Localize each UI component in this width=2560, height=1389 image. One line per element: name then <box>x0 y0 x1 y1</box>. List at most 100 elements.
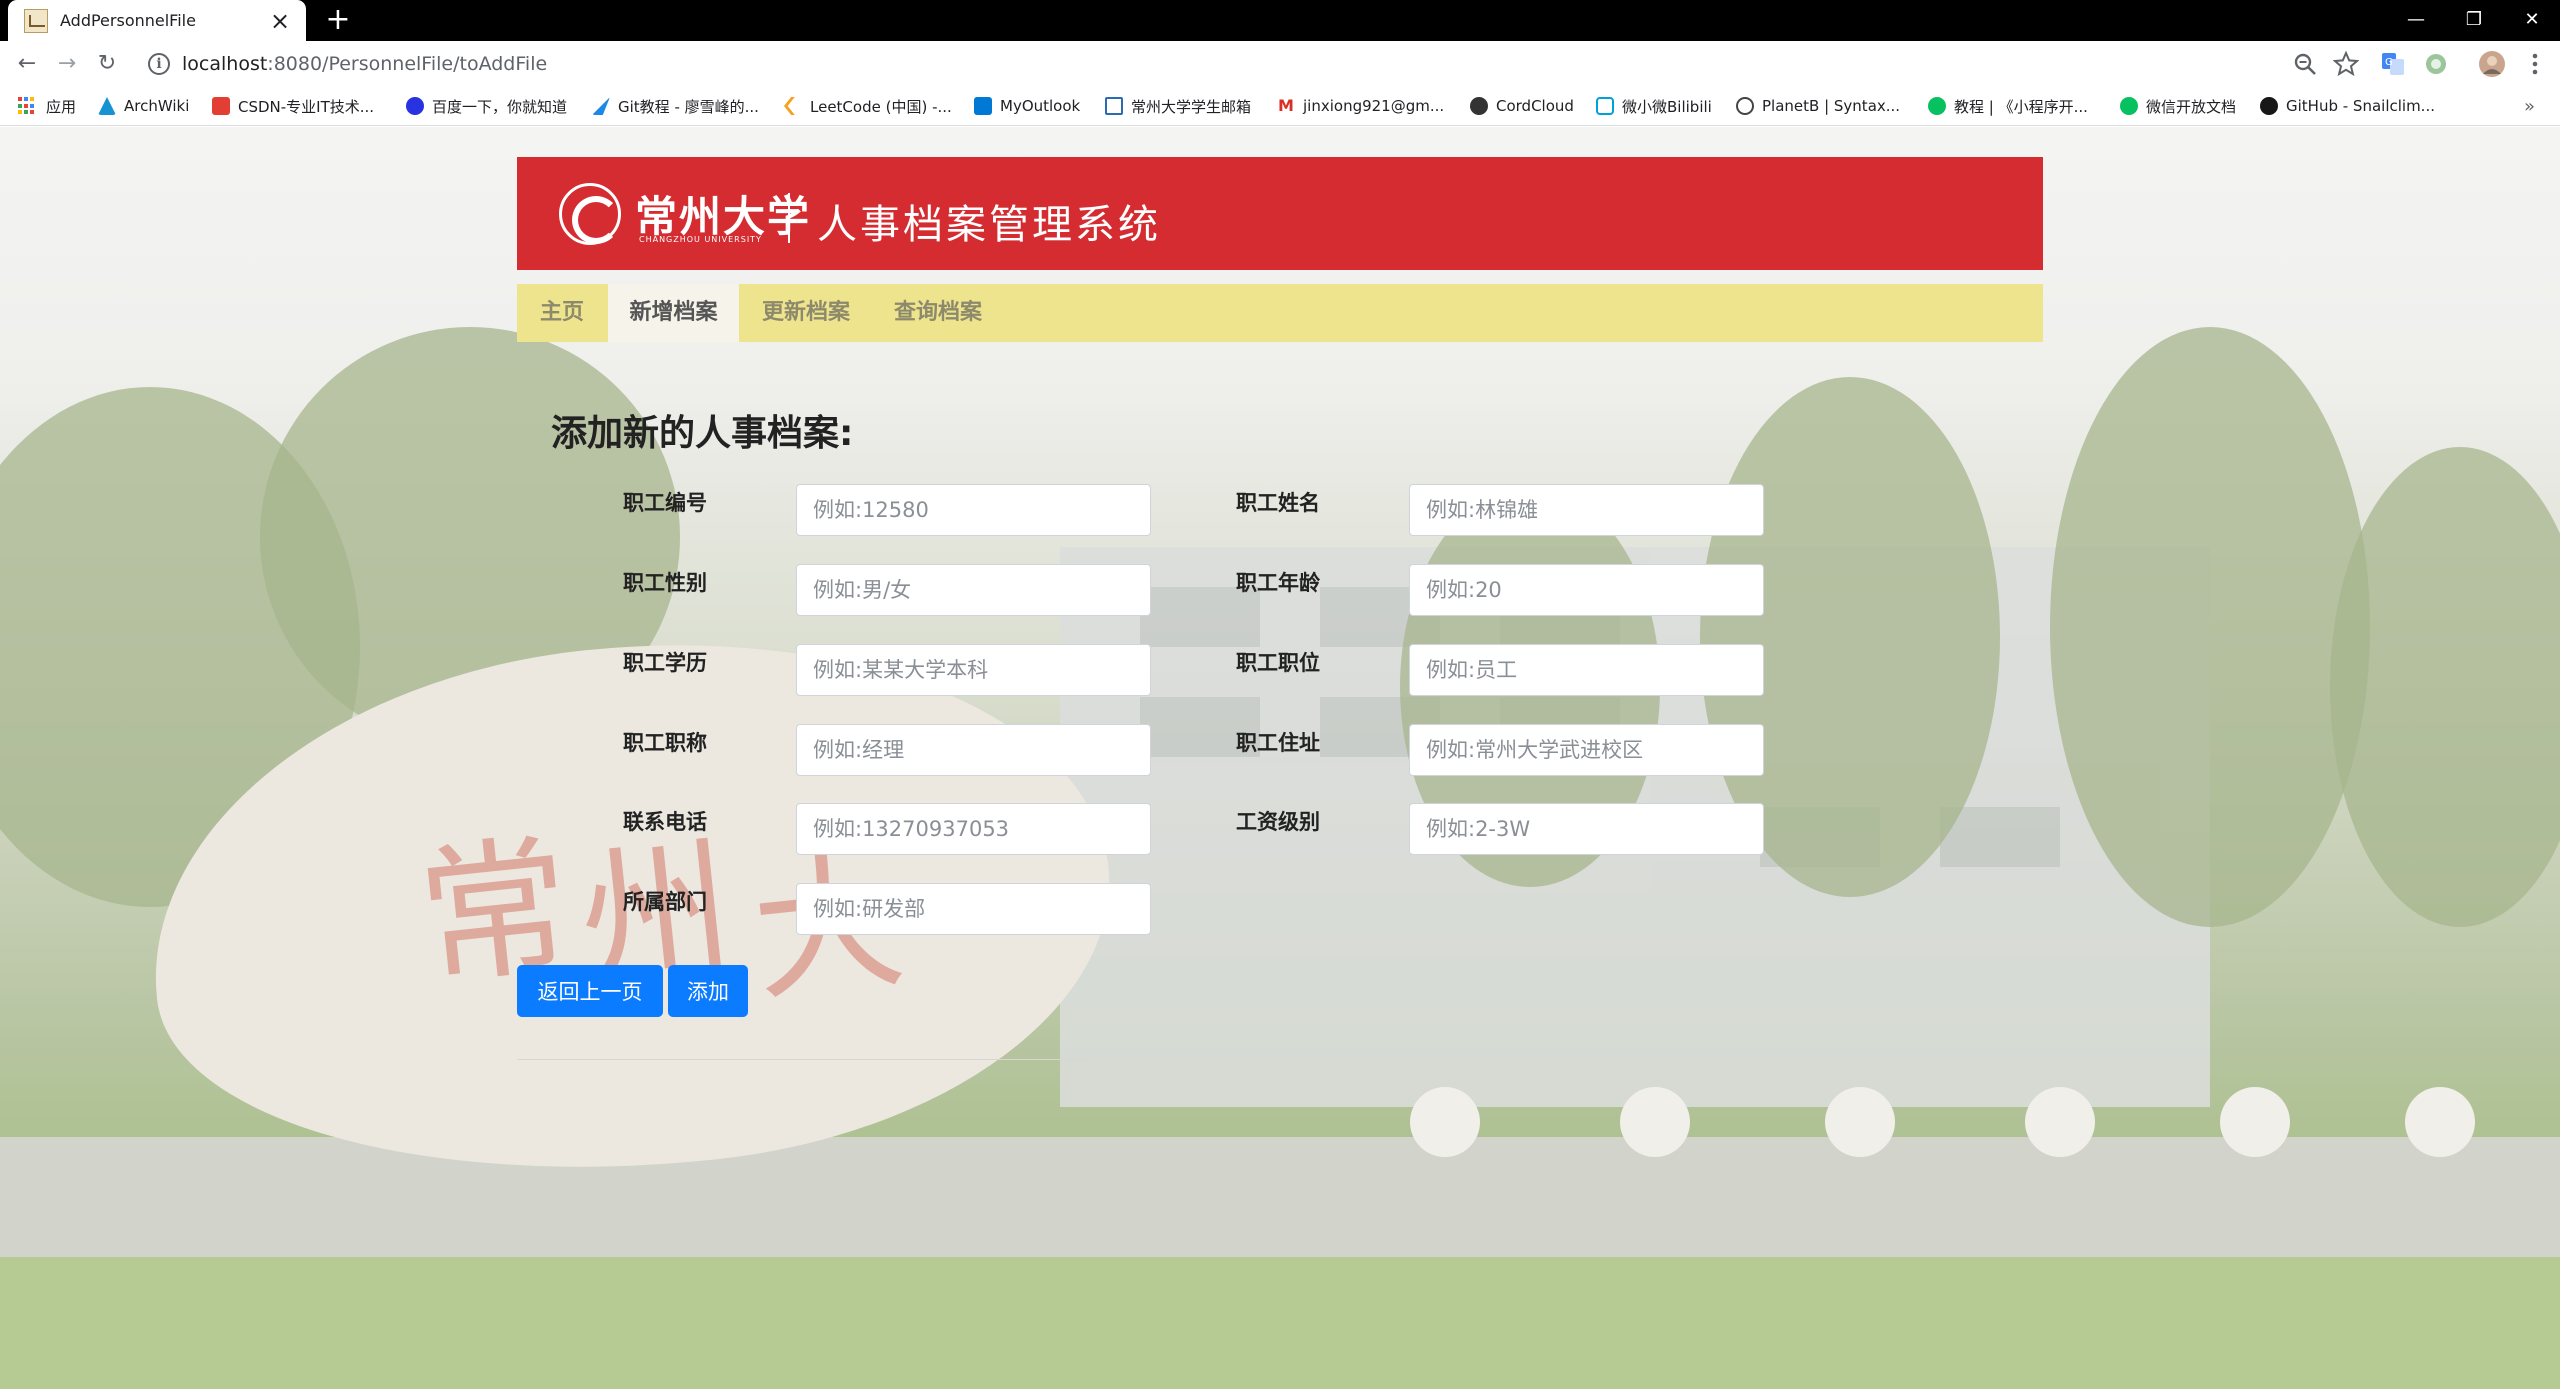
wechat-icon <box>1928 97 1946 115</box>
employee-name-label: 职工姓名 <box>1236 491 1320 515</box>
browser-tab[interactable]: AddPersonnelFile × <box>8 0 306 41</box>
url-text: localhost:8080/PersonnelFile/toAddFile <box>182 53 547 75</box>
job-title-label: 职工职称 <box>623 731 707 755</box>
address-label: 职工住址 <box>1236 731 1320 755</box>
bookmark-miniprogram-tutorial[interactable]: 教程 | 《小程序开... <box>1928 94 2088 118</box>
bookmark-csdn[interactable]: CSDN-专业IT技术... <box>212 94 374 118</box>
background-tree <box>2050 327 2370 927</box>
bookmark-archwiki[interactable]: ArchWiki <box>98 94 189 118</box>
mail-icon <box>1105 97 1123 115</box>
url-path: :8080/PersonnelFile/toAddFile <box>267 52 548 75</box>
nav-home[interactable]: 主页 <box>517 284 607 342</box>
browser-menu-icon[interactable] <box>2522 51 2548 77</box>
bookmark-apps[interactable]: 应用 <box>18 94 76 118</box>
bookmark-label: ArchWiki <box>124 97 190 115</box>
university-logo-english: CHANGZHOU UNIVERSITY <box>639 235 762 244</box>
close-window-button[interactable]: ✕ <box>2518 6 2546 34</box>
zoom-icon[interactable] <box>2292 51 2318 77</box>
back-button[interactable]: ← <box>12 49 42 79</box>
salary-level-input[interactable] <box>1409 803 1764 855</box>
csdn-icon <box>212 97 230 115</box>
bookmark-label: jinxiong921@gm... <box>1303 97 1445 115</box>
background-ball <box>1620 1087 1690 1157</box>
svg-text:G: G <box>2385 57 2393 68</box>
form-divider <box>517 1059 1092 1060</box>
system-title: 人事档案管理系统 <box>817 202 1161 248</box>
employee-id-label: 职工编号 <box>623 491 707 515</box>
department-input[interactable] <box>796 883 1151 935</box>
bookmark-liaoxuefeng[interactable]: Git教程 - 廖雪峰的... <box>592 94 759 118</box>
education-label: 职工学历 <box>623 651 707 675</box>
bookmark-star-icon[interactable] <box>2333 51 2359 77</box>
bookmark-label: 常州大学学生邮箱 <box>1131 97 1252 116</box>
translate-extension-icon[interactable]: G <box>2380 51 2406 77</box>
bookmark-github[interactable]: GitHub - Snailclim... <box>2260 94 2435 118</box>
bookmark-student-mail[interactable]: 常州大学学生邮箱 <box>1105 94 1251 118</box>
back-page-button[interactable]: 返回上一页 <box>517 965 663 1017</box>
bookmarks-bar: 应用 ArchWiki CSDN-专业IT技术... 百度一下，你就知道 Git… <box>0 86 2560 126</box>
background-road <box>0 1137 2560 1267</box>
age-input[interactable] <box>1409 564 1764 616</box>
phone-input[interactable] <box>796 803 1151 855</box>
baidu-icon <box>406 97 424 115</box>
url-host: localhost <box>182 52 268 75</box>
bookmark-planetb[interactable]: PlanetB | Syntax... <box>1736 94 1900 118</box>
planetb-icon <box>1736 97 1754 115</box>
bookmark-bilibili[interactable]: 微小微Bilibili <box>1596 94 1712 118</box>
bookmark-label: 应用 <box>46 97 77 116</box>
bookmark-cordcloud[interactable]: CordCloud <box>1470 94 1574 118</box>
gender-input[interactable] <box>796 564 1151 616</box>
add-button[interactable]: 添加 <box>668 965 748 1017</box>
bookmark-wechat-docs[interactable]: 微信开放文档 <box>2120 94 2236 118</box>
nav-add-file[interactable]: 新增档案 <box>608 284 739 342</box>
university-logo-icon <box>559 183 621 245</box>
github-icon <box>2260 97 2278 115</box>
position-input[interactable] <box>1409 644 1764 696</box>
nav-update-file[interactable]: 更新档案 <box>739 284 873 342</box>
bookmark-outlook[interactable]: MyOutlook <box>974 94 1080 118</box>
gmail-icon: M <box>1278 96 1294 115</box>
background-ball <box>2405 1087 2475 1157</box>
archwiki-icon <box>98 97 116 115</box>
bookmark-label: Git教程 - 廖雪峰的... <box>618 97 759 116</box>
site-header: 常州大学 CHANGZHOU UNIVERSITY 人事档案管理系统 <box>517 157 2043 270</box>
department-label: 所属部门 <box>623 890 707 914</box>
minimize-button[interactable]: — <box>2402 6 2430 34</box>
bookmark-baidu[interactable]: 百度一下，你就知道 <box>406 94 567 118</box>
site-info-icon[interactable]: i <box>148 52 170 75</box>
employee-name-input[interactable] <box>1409 484 1764 536</box>
phone-label: 联系电话 <box>623 810 707 834</box>
restore-button[interactable]: ❐ <box>2460 6 2488 34</box>
bookmark-label: MyOutlook <box>1000 97 1081 115</box>
address-bar[interactable]: i localhost:8080/PersonnelFile/toAddFile <box>138 45 2363 82</box>
page: 常 州 大 常州大学 CHANGZHOU UNIVERSITY 人事档案管理系统… <box>0 127 2560 1389</box>
background-ball <box>1825 1087 1895 1157</box>
employee-id-input[interactable] <box>796 484 1151 536</box>
new-tab-button[interactable]: + <box>322 4 354 36</box>
outlook-icon <box>974 97 992 115</box>
address-input[interactable] <box>1409 724 1764 776</box>
education-input[interactable] <box>796 644 1151 696</box>
reload-button[interactable]: ↻ <box>92 49 122 79</box>
liaoxuefeng-icon <box>592 97 610 115</box>
forward-button[interactable]: → <box>52 49 82 79</box>
tab-close-icon[interactable]: × <box>268 9 292 33</box>
tab-favicon-icon <box>24 8 48 33</box>
bookmark-label: 教程 | 《小程序开... <box>1954 97 2088 116</box>
bookmark-gmail[interactable]: M jinxiong921@gm... <box>1277 94 1444 118</box>
nav-query-file[interactable]: 查询档案 <box>873 284 1003 342</box>
bookmarks-overflow-button[interactable]: » <box>2524 94 2535 118</box>
main-nav: 主页 新增档案 更新档案 查询档案 <box>517 284 2043 342</box>
cordcloud-icon <box>1470 97 1488 115</box>
background-ball <box>2220 1087 2290 1157</box>
extension-icon[interactable] <box>2423 51 2449 77</box>
wechat-icon <box>2120 97 2138 115</box>
browser-tab-bar: AddPersonnelFile × + — ❐ ✕ <box>0 0 2560 41</box>
bookmark-leetcode[interactable]: LeetCode (中国) -... <box>784 94 952 118</box>
job-title-input[interactable] <box>796 724 1151 776</box>
age-label: 职工年龄 <box>1236 571 1320 595</box>
bookmark-label: GitHub - Snailclim... <box>2286 97 2435 115</box>
form-title: 添加新的人事档案: <box>551 413 854 454</box>
profile-avatar[interactable] <box>2478 50 2506 78</box>
bookmark-label: 微小微Bilibili <box>1622 97 1712 116</box>
